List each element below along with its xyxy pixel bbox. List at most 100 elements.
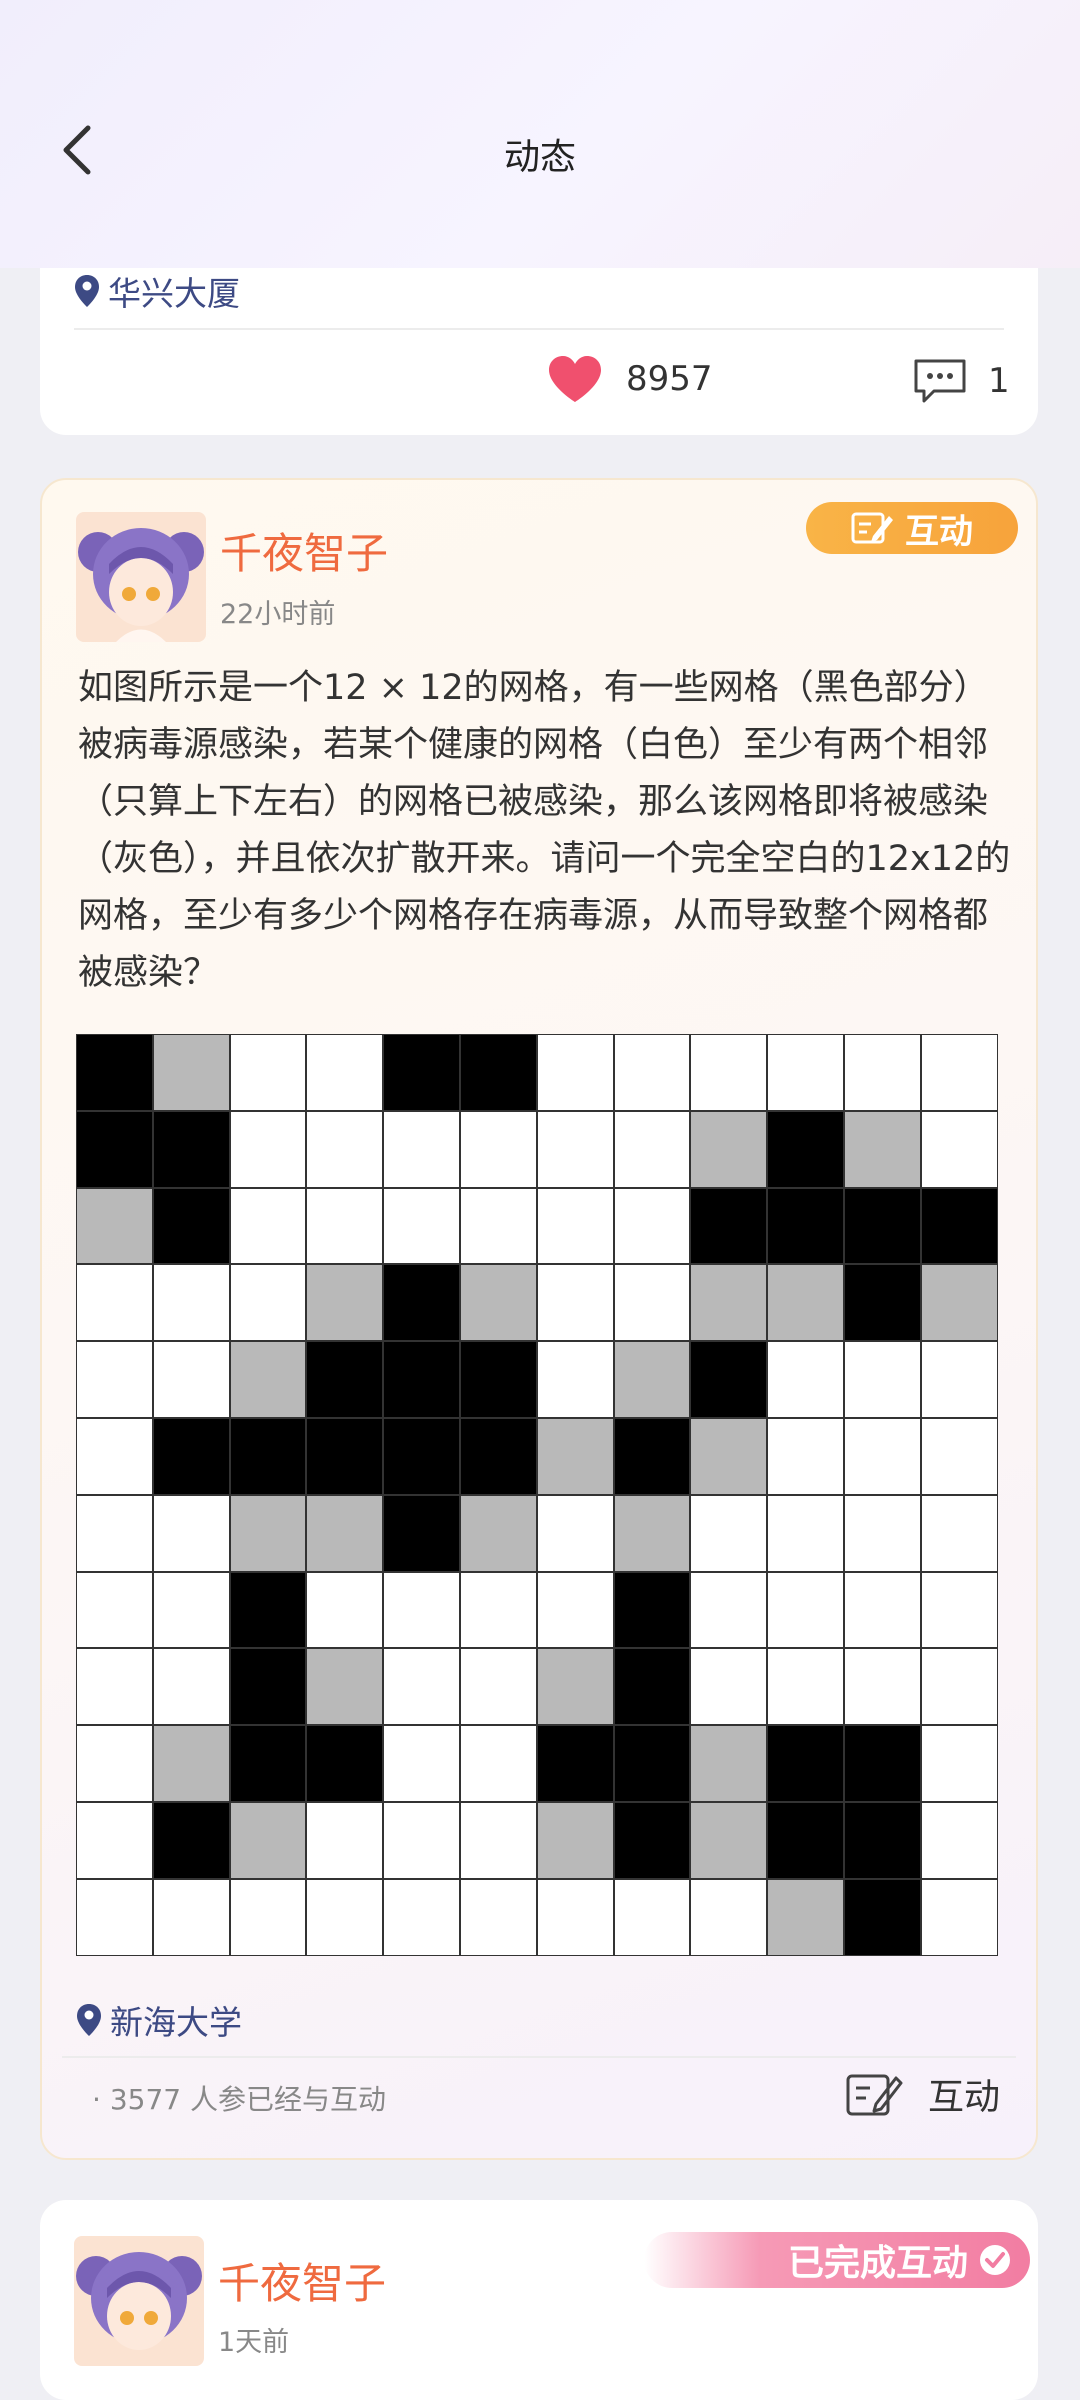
divider	[74, 328, 1004, 330]
spreading-cell	[613, 1341, 691, 1418]
infection-grid	[76, 1034, 1016, 1956]
healthy-cell	[383, 1571, 460, 1649]
healthy-cell	[459, 1571, 537, 1649]
healthy-cell	[152, 1571, 230, 1649]
infected-cell	[306, 1341, 384, 1418]
healthy-cell	[76, 1264, 153, 1342]
infected-cell	[767, 1725, 844, 1802]
username[interactable]: 千夜智子	[218, 2250, 386, 2311]
healthy-cell	[767, 1341, 844, 1418]
healthy-cell	[690, 1878, 768, 1956]
healthy-cell	[459, 1801, 537, 1879]
location-tag[interactable]: 华兴大厦	[74, 267, 240, 315]
interact-button[interactable]: 互动	[846, 2068, 1000, 2120]
spreading-cell	[690, 1417, 768, 1495]
post-card[interactable]: 千夜智子 22小时前 互动 如图所示是一个12 × 12的网格，有一些网格（黑色…	[40, 478, 1038, 2160]
post-time: 22小时前	[220, 599, 336, 630]
spreading-cell	[690, 1264, 768, 1342]
healthy-cell	[383, 1878, 460, 1956]
grid-image[interactable]	[76, 1034, 1016, 1956]
infected-cell	[843, 1801, 921, 1879]
infected-cell	[843, 1878, 921, 1956]
spreading-cell	[843, 1110, 921, 1188]
page-title: 动态	[503, 137, 576, 178]
comment-button[interactable]: 1	[912, 358, 1010, 404]
healthy-cell	[843, 1571, 921, 1649]
healthy-cell	[76, 1725, 153, 1802]
completed-badge: 已完成互动	[644, 2232, 1030, 2288]
post-card[interactable]: 千夜智子 1天前 已完成互动	[40, 2200, 1038, 2400]
healthy-cell	[76, 1417, 153, 1495]
healthy-cell	[306, 1034, 384, 1111]
healthy-cell	[152, 1878, 230, 1956]
healthy-cell	[920, 1725, 998, 1802]
infected-cell	[536, 1725, 614, 1802]
infected-cell	[306, 1725, 384, 1802]
spreading-cell	[536, 1417, 614, 1495]
infected-cell	[383, 1034, 460, 1111]
healthy-cell	[843, 1417, 921, 1495]
infected-cell	[76, 1034, 153, 1111]
healthy-cell	[229, 1264, 307, 1342]
comment-count: 1	[988, 361, 1010, 401]
location-label: 新海大学	[110, 2003, 242, 2042]
healthy-cell	[920, 1648, 998, 1726]
healthy-cell	[613, 1264, 691, 1342]
healthy-cell	[536, 1571, 614, 1649]
healthy-cell	[536, 1110, 614, 1188]
infected-cell	[459, 1034, 537, 1111]
spreading-cell	[459, 1264, 537, 1342]
healthy-cell	[459, 1878, 537, 1956]
username[interactable]: 千夜智子	[220, 520, 388, 581]
participants-count: 3577	[109, 2083, 182, 2116]
like-count: 8957	[626, 359, 713, 399]
spreading-cell	[690, 1110, 768, 1188]
healthy-cell	[306, 1801, 384, 1879]
healthy-cell	[152, 1648, 230, 1726]
avatar[interactable]	[76, 512, 206, 642]
location-tag[interactable]: 新海大学	[76, 1996, 242, 2044]
spreading-cell	[767, 1878, 844, 1956]
like-button[interactable]: 8957	[546, 354, 713, 404]
infected-cell	[229, 1725, 307, 1802]
healthy-cell	[383, 1648, 460, 1726]
healthy-cell	[843, 1648, 921, 1726]
healthy-cell	[690, 1494, 768, 1572]
healthy-cell	[767, 1417, 844, 1495]
healthy-cell	[920, 1417, 998, 1495]
healthy-cell	[767, 1034, 844, 1111]
healthy-cell	[920, 1341, 998, 1418]
healthy-cell	[920, 1494, 998, 1572]
infected-cell	[767, 1801, 844, 1879]
spreading-cell	[767, 1264, 844, 1342]
badge-label: 互动	[905, 511, 973, 552]
infected-cell	[767, 1187, 844, 1265]
spreading-cell	[306, 1264, 384, 1342]
healthy-cell	[229, 1878, 307, 1956]
spreading-cell	[459, 1494, 537, 1572]
infected-cell	[843, 1264, 921, 1342]
spreading-cell	[306, 1494, 384, 1572]
avatar[interactable]	[74, 2236, 204, 2366]
infected-cell	[229, 1417, 307, 1495]
spreading-cell	[536, 1801, 614, 1879]
healthy-cell	[920, 1801, 998, 1879]
infected-cell	[843, 1725, 921, 1802]
post-text: 如图所示是一个12 × 12的网格，有一些网格（黑色部分）被病毒源感染，若某个健…	[78, 668, 1011, 993]
healthy-cell	[76, 1571, 153, 1649]
interaction-badge[interactable]: 互动	[806, 502, 1018, 554]
infected-cell	[152, 1801, 230, 1879]
check-circle-icon	[980, 2245, 1010, 2275]
infected-cell	[383, 1264, 460, 1342]
healthy-cell	[690, 1571, 768, 1649]
heart-icon	[549, 356, 601, 402]
healthy-cell	[383, 1725, 460, 1802]
infected-cell	[690, 1341, 768, 1418]
healthy-cell	[690, 1034, 768, 1111]
interact-label: 互动	[927, 2077, 1000, 2118]
spreading-cell	[229, 1801, 307, 1879]
healthy-cell	[76, 1341, 153, 1418]
healthy-cell	[536, 1494, 614, 1572]
location-pin-icon	[75, 275, 99, 307]
healthy-cell	[920, 1571, 998, 1649]
